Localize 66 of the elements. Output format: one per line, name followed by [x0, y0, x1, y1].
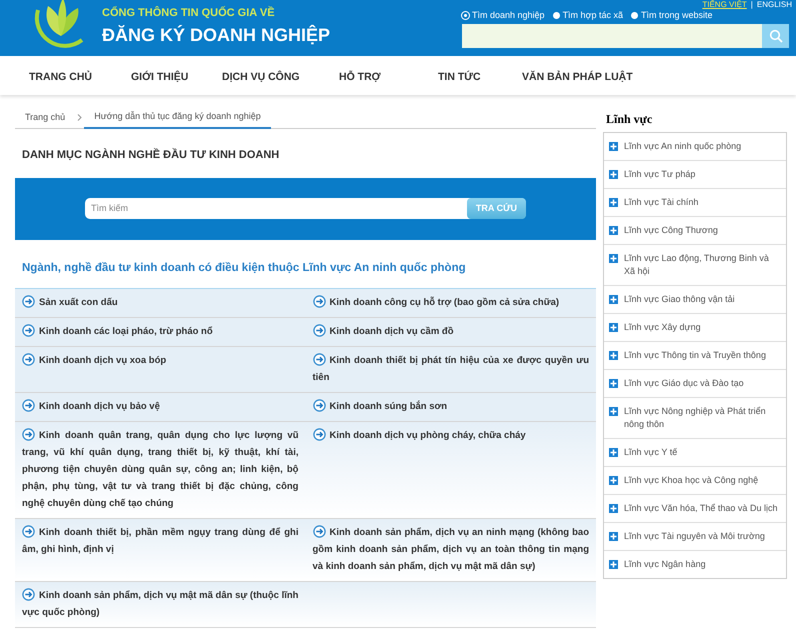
chevron-icon — [77, 114, 82, 121]
radio-button[interactable] — [462, 12, 469, 19]
category-link[interactable]: Kinh doanh dịch vụ cầm đồ — [312, 322, 589, 340]
plus-icon — [609, 323, 618, 332]
plus-icon — [609, 379, 618, 388]
radio-label: Tìm trong website — [640, 10, 713, 21]
breadcrumb-link[interactable]: Trang chủ — [15, 110, 76, 128]
plus-icon — [609, 532, 618, 541]
category-link[interactable]: Lĩnh vực Văn hóa, Thể thao và Du lịch — [624, 502, 778, 515]
plus-icon — [609, 142, 618, 151]
breadcrumb-link[interactable]: Hướng dẫn thủ tục đăng ký doanh nghiệp — [84, 110, 271, 129]
category-link[interactable]: Lĩnh vực Giáo dục và Đào tạo — [624, 377, 744, 390]
plus-icon — [609, 448, 618, 457]
nav-link[interactable]: GIỚI THIỆU — [131, 70, 188, 86]
category-link[interactable]: Kinh doanh dịch vụ phòng cháy, chữa cháy — [312, 426, 589, 512]
plus-icon — [609, 254, 618, 263]
category-link[interactable]: Lĩnh vực An ninh quốc phòng — [624, 140, 742, 153]
category-link[interactable]: Kinh doanh dịch vụ bảo vệ — [22, 398, 298, 415]
category-link[interactable]: Kinh doanh thiết bị phát tín hiệu của xe được quyền ưu tiên — [312, 352, 589, 386]
category-link[interactable]: Sản xuất con dấu — [22, 294, 298, 311]
plus-icon — [609, 560, 618, 569]
search-icon — [768, 29, 782, 43]
nav-link[interactable]: VĂN BẢN PHÁP LUẬT — [522, 70, 633, 86]
category-link[interactable]: Kinh doanh quân trang, quân dụng cho lực lượng vũ trang, vũ khí quân dụng, trang thiết bị, kỹ thuật, khí tài, phương tiện chuyên dùng quân sự, công an; linh kiện, bộ phận, phụ tùng, vật tư và trang thiết bị đặc chủng, công nghệ chuyên dùng chế tạo chúng — [22, 426, 298, 512]
category-link[interactable]: Lĩnh vực Khoa học và Công nghệ — [624, 474, 758, 487]
language-link[interactable]: ENGLISH — [756, 0, 792, 9]
category-link[interactable]: Lĩnh vực Tài nguyên và Môi trường — [624, 530, 765, 543]
separator: | — [750, 0, 753, 9]
radio-button[interactable] — [552, 12, 560, 19]
portal-subtitle: CỔNG THÔNG TIN QUỐC GIA VỀ — [102, 6, 276, 20]
category-link[interactable]: Lĩnh vực Thông tin và Truyền thông — [624, 349, 766, 362]
plus-icon — [609, 407, 618, 416]
plus-icon — [609, 476, 618, 485]
section-title: Ngành, nghề đầu tư kinh doanh có điều kiện thuộc Lĩnh vực An ninh quốc phòng — [22, 260, 467, 276]
radio-label: Tìm doanh nghiệp — [472, 10, 545, 21]
category-link[interactable]: Kinh doanh dịch vụ xoa bóp — [22, 352, 298, 386]
category-link[interactable]: Lĩnh vực Tư pháp — [624, 168, 696, 181]
category-link[interactable]: Lĩnh vực Nông nghiệp và Phát triển nông thôn — [624, 405, 781, 431]
radio-label: Tìm hợp tác xã — [562, 10, 623, 21]
plus-icon — [609, 504, 618, 513]
plus-icon — [609, 170, 618, 179]
category-link[interactable]: Lĩnh vực Y tế — [624, 446, 678, 459]
category-link[interactable]: Lĩnh vực Công Thương — [624, 224, 718, 237]
nav-link[interactable]: HỖ TRỢ — [339, 70, 381, 86]
portal-title: ĐĂNG KÝ DOANH NGHIỆP — [102, 24, 330, 47]
category-link[interactable]: Kinh doanh thiết bị, phần mềm ngụy trang dùng để ghi âm, ghi hình, định vị — [22, 524, 298, 575]
category-link[interactable]: Kinh doanh sản phẩm, dịch vụ an ninh mạng (không bao gồm kinh doanh sản phẩm, dịch vụ an toàn thông tin mạng và kinh doanh sản phẩm, dịch vụ mật mã dân sự) — [312, 524, 589, 575]
page-title: DANH MỤC NGÀNH NGHỀ ĐẦU TƯ KINH DOANH — [22, 147, 280, 163]
category-link[interactable]: Lĩnh vực Xây dựng — [624, 321, 701, 334]
nav-link[interactable]: DỊCH VỤ CÔNG — [222, 70, 300, 86]
category-link[interactable]: Lĩnh vực Lao động, Thương Binh và Xã hội — [624, 252, 781, 278]
category-link[interactable]: Kinh doanh công cụ hỗ trợ (bao gồm cả sửa chữa) — [312, 294, 589, 311]
plus-icon — [609, 226, 618, 235]
plus-icon — [609, 351, 618, 360]
category-link[interactable]: Lĩnh vực Tài chính — [624, 196, 698, 209]
plus-icon — [609, 295, 618, 304]
radio-button[interactable] — [630, 12, 638, 19]
category-link[interactable]: Kinh doanh súng bắn sơn — [312, 398, 589, 415]
category-link[interactable]: Lĩnh vực Ngân hàng — [624, 558, 706, 571]
category-link[interactable]: Lĩnh vực Giao thông vận tải — [624, 293, 735, 306]
search-field[interactable] — [462, 24, 762, 48]
nav-link[interactable]: TIN TỨC — [438, 70, 481, 86]
category-link[interactable]: Kinh doanh các loại pháo, trừ pháo nổ — [22, 322, 298, 340]
plus-icon — [609, 198, 618, 207]
sidebar-title: Lĩnh vực — [606, 111, 654, 128]
nav-link[interactable]: TRANG CHỦ — [29, 70, 92, 86]
